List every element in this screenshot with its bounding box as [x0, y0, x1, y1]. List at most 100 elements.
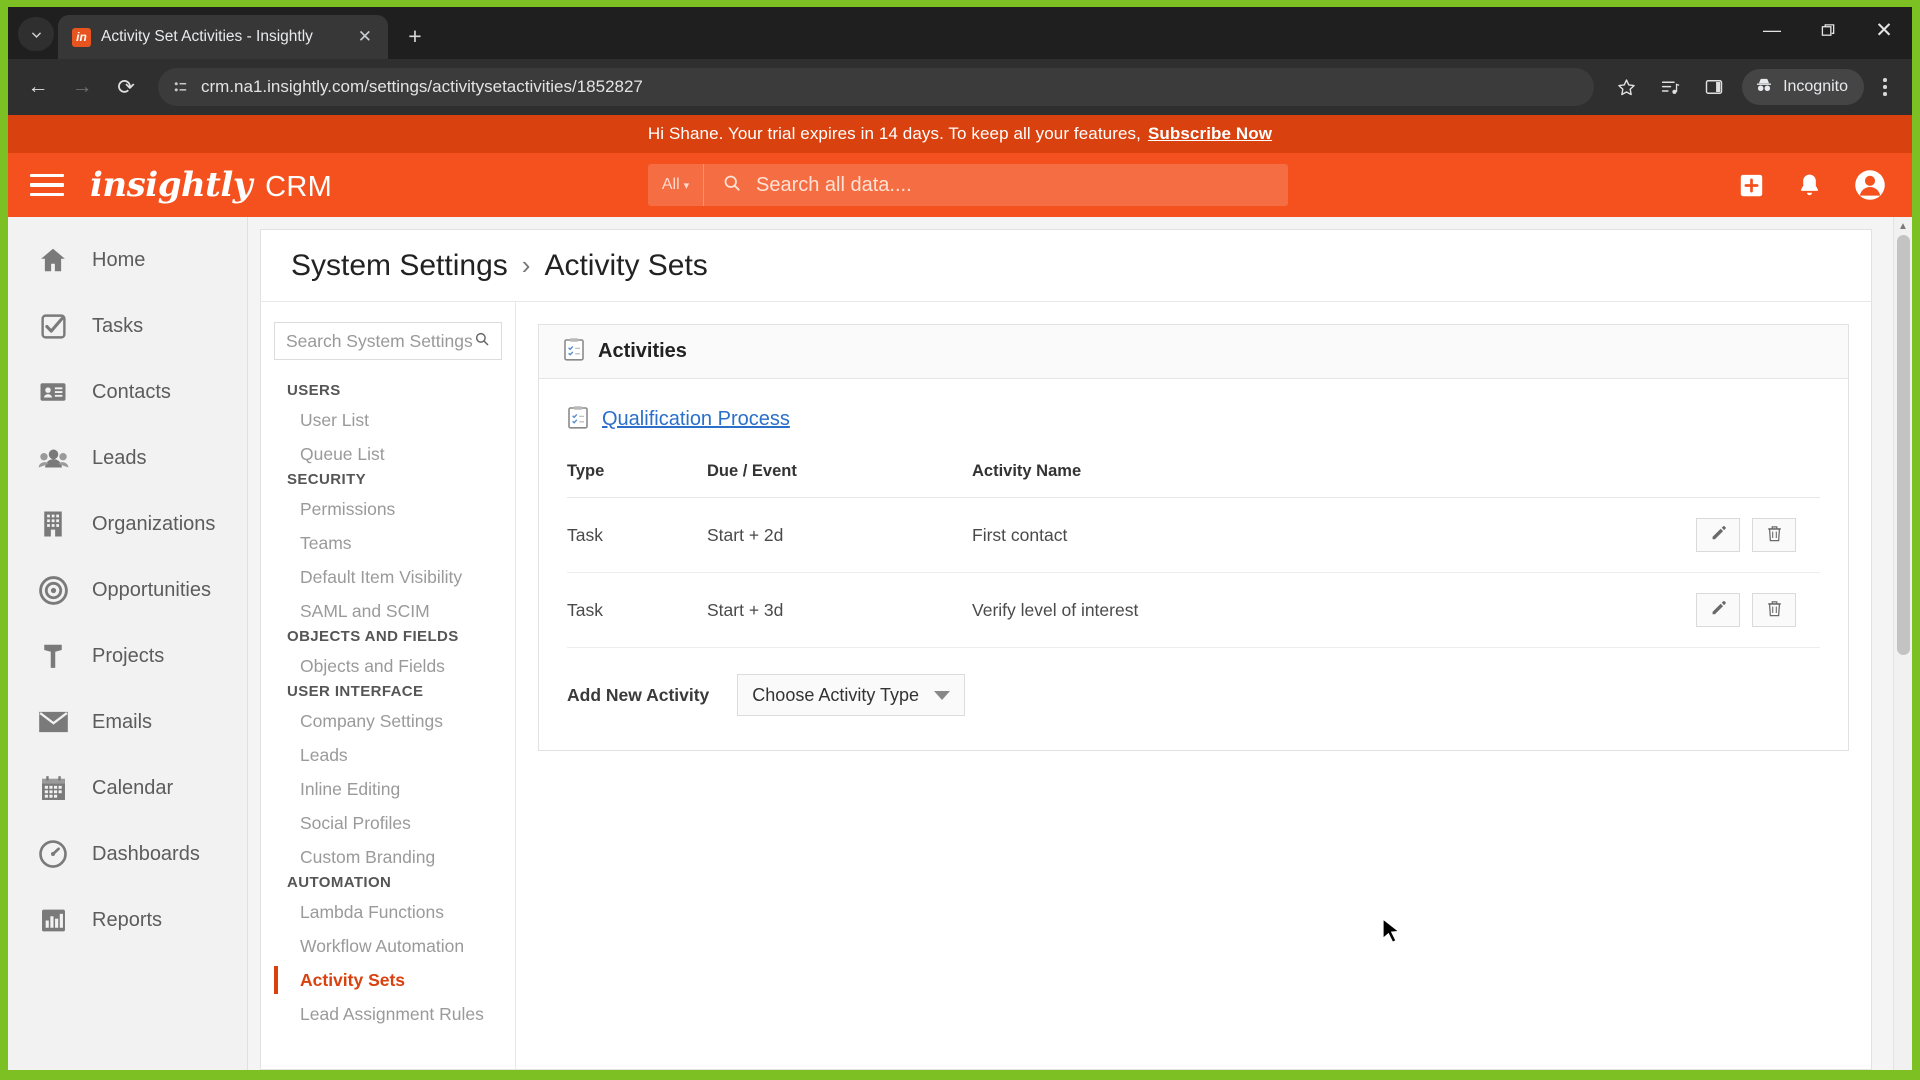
settings-item-lead-assignment-rules[interactable]: Lead Assignment Rules	[274, 997, 515, 1031]
nav-label: Opportunities	[92, 578, 211, 601]
settings-item-company-settings[interactable]: Company Settings	[274, 704, 515, 738]
settings-group-title: SECURITY	[287, 471, 367, 488]
screen-frame: in Activity Set Activities - Insightly ✕…	[0, 0, 1920, 1080]
nav-item-opportunities[interactable]: Opportunities	[8, 557, 247, 623]
settings-card: System Settings › Activity Sets Search S…	[260, 229, 1872, 1070]
bell-icon[interactable]	[1797, 172, 1822, 199]
hammer-icon	[36, 639, 70, 673]
pencil-icon	[1710, 599, 1727, 621]
main-navigation: Home Tasks Contacts Leads Organizations …	[8, 217, 248, 1070]
settings-item-objects-and-fields[interactable]: Objects and Fields	[274, 649, 515, 683]
settings-item-social-profiles[interactable]: Social Profiles	[274, 806, 515, 840]
reload-button[interactable]: ⟳	[106, 67, 146, 107]
nav-label: Contacts	[92, 380, 171, 403]
settings-group-user-interface: USER INTERFACE Company Settings Leads In…	[274, 683, 515, 874]
search-scope-label: All	[661, 176, 680, 193]
nav-label: Emails	[92, 710, 153, 733]
column-header-actions	[1660, 462, 1820, 498]
add-activity-row: Add New Activity Choose Activity Type	[567, 648, 1820, 716]
trash-icon	[1766, 524, 1783, 547]
minimize-button[interactable]: —	[1744, 7, 1800, 53]
tab-search-icon[interactable]	[18, 17, 54, 51]
incognito-indicator[interactable]: Incognito	[1742, 69, 1864, 105]
nav-item-home[interactable]: Home	[8, 227, 247, 293]
nav-item-projects[interactable]: Projects	[8, 623, 247, 689]
back-button[interactable]: ←	[18, 67, 58, 107]
maximize-button[interactable]	[1800, 7, 1856, 53]
nav-label: Dashboards	[92, 842, 200, 865]
forward-button[interactable]: →	[62, 67, 102, 107]
settings-item-default-item-visibility[interactable]: Default Item Visibility	[274, 560, 515, 594]
global-search[interactable]: All ▾ Search all data....	[648, 164, 1288, 206]
search-placeholder: Search all data....	[756, 173, 912, 196]
nav-item-emails[interactable]: Emails	[8, 689, 247, 755]
cell-actions	[1660, 572, 1820, 648]
tab-close-icon[interactable]: ✕	[352, 27, 378, 47]
settings-item-teams[interactable]: Teams	[274, 526, 515, 560]
search-scope-dropdown[interactable]: All ▾	[648, 164, 704, 206]
settings-item-custom-branding[interactable]: Custom Branding	[274, 840, 515, 874]
settings-search-input[interactable]: Search System Settings	[274, 322, 502, 360]
user-avatar-icon[interactable]	[1854, 169, 1886, 201]
trash-icon	[1766, 599, 1783, 622]
delete-activity-button[interactable]	[1752, 593, 1796, 627]
settings-search-placeholder: Search System Settings	[286, 330, 473, 351]
contact-card-icon	[36, 375, 70, 409]
nav-item-leads[interactable]: Leads	[8, 425, 247, 491]
nav-label: Home	[92, 248, 146, 271]
nav-item-reports[interactable]: Reports	[8, 887, 247, 953]
settings-item-workflow-automation[interactable]: Workflow Automation	[274, 929, 515, 963]
nav-item-organizations[interactable]: Organizations	[8, 491, 247, 557]
settings-item-saml-and-scim[interactable]: SAML and SCIM	[274, 594, 515, 628]
nav-item-tasks[interactable]: Tasks	[8, 293, 247, 359]
settings-group-title: USERS	[287, 382, 341, 399]
settings-navigation: Search System Settings USERS User List Q…	[261, 302, 516, 1069]
breadcrumb-root[interactable]: System Settings	[291, 249, 508, 283]
settings-item-permissions[interactable]: Permissions	[274, 492, 515, 526]
star-icon[interactable]	[1606, 67, 1646, 107]
kebab-menu-icon[interactable]	[1868, 67, 1902, 107]
incognito-label: Incognito	[1783, 78, 1848, 95]
nav-item-calendar[interactable]: Calendar	[8, 755, 247, 821]
clipboard-icon	[563, 337, 585, 367]
scroll-up-arrow-icon[interactable]: ▲	[1894, 217, 1912, 235]
settings-item-activity-sets[interactable]: Activity Sets	[274, 963, 515, 997]
nav-label: Organizations	[92, 512, 216, 535]
subscribe-now-link[interactable]: Subscribe Now	[1148, 124, 1272, 144]
column-header-type: Type	[567, 462, 707, 498]
edit-activity-button[interactable]	[1696, 593, 1740, 627]
table-row: Task Start + 2d First contact	[567, 497, 1820, 573]
settings-item-leads[interactable]: Leads	[274, 738, 515, 772]
settings-group-title: AUTOMATION	[287, 874, 392, 891]
settings-item-inline-editing[interactable]: Inline Editing	[274, 772, 515, 806]
search-icon[interactable]	[474, 331, 490, 352]
delete-activity-button[interactable]	[1752, 518, 1796, 552]
new-tab-button[interactable]: +	[398, 19, 432, 53]
activity-type-select[interactable]: Choose Activity Type	[737, 674, 966, 716]
nav-label: Calendar	[92, 776, 174, 799]
page-info-icon[interactable]	[172, 79, 189, 96]
qualification-process-link[interactable]: Qualification Process	[602, 408, 790, 431]
window-controls: — ✕	[1744, 7, 1912, 53]
scrollbar-thumb[interactable]	[1897, 235, 1910, 655]
nav-item-dashboards[interactable]: Dashboards	[8, 821, 247, 887]
address-bar[interactable]: crm.na1.insightly.com/settings/activitys…	[158, 68, 1595, 106]
settings-group-title: OBJECTS AND FIELDS	[287, 628, 459, 645]
settings-item-user-list[interactable]: User List	[274, 403, 515, 437]
activities-panel: Activities Qualification Process Type Du…	[538, 324, 1849, 751]
plus-square-icon[interactable]	[1738, 172, 1765, 199]
reading-list-icon[interactable]	[1650, 67, 1690, 107]
settings-item-queue-list[interactable]: Queue List	[274, 437, 515, 471]
close-window-button[interactable]: ✕	[1856, 7, 1912, 53]
side-panel-icon[interactable]	[1694, 67, 1734, 107]
edit-activity-button[interactable]	[1696, 518, 1740, 552]
brand-logo[interactable]: insightly CRM	[90, 165, 332, 205]
page-scrollbar[interactable]: ▲	[1893, 217, 1912, 1070]
add-new-activity-label: Add New Activity	[567, 684, 710, 705]
browser-tab[interactable]: in Activity Set Activities - Insightly ✕	[58, 15, 388, 59]
settings-item-lambda-functions[interactable]: Lambda Functions	[274, 895, 515, 929]
search-input[interactable]: Search all data....	[704, 173, 1288, 198]
hamburger-menu-icon[interactable]	[30, 173, 64, 197]
activities-table: Type Due / Event Activity Name Task Star…	[567, 462, 1820, 648]
nav-item-contacts[interactable]: Contacts	[8, 359, 247, 425]
